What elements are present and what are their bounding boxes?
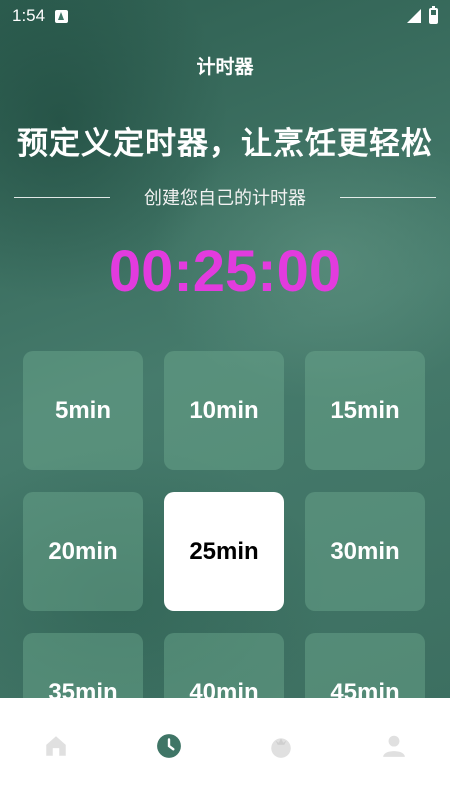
preset-35min-button[interactable]: 35min: [23, 633, 143, 701]
home-icon: [46, 736, 66, 756]
subtitle: 创建您自己的计时器: [144, 188, 306, 209]
preset-15min-button[interactable]: 15min: [305, 351, 425, 470]
nav-pomodoro[interactable]: [251, 731, 311, 761]
preset-10min-button[interactable]: 10min: [164, 351, 284, 470]
preset-40min-button[interactable]: 40min: [164, 633, 284, 701]
nav-profile[interactable]: [364, 731, 424, 761]
clock-icon: [156, 734, 181, 758]
status-bar: 1:54: [0, 0, 450, 32]
bottom-nav: [0, 698, 450, 803]
left-divider: [14, 196, 110, 198]
preset-25min-button[interactable]: 25min: [164, 492, 284, 611]
headline: 预定义定时器，让烹饪更轻松: [17, 126, 433, 162]
app-notification-icon: [55, 9, 69, 23]
nav-home[interactable]: [26, 731, 86, 761]
right-divider: [340, 196, 436, 198]
preset-5min-button[interactable]: 5min: [23, 351, 143, 470]
status-indicators: [407, 6, 438, 24]
battery-icon: [429, 6, 438, 24]
nav-timer[interactable]: [139, 731, 199, 761]
preset-20min-button[interactable]: 20min: [23, 492, 143, 611]
signal-icon: [407, 9, 421, 23]
status-time: 1:54: [12, 6, 46, 25]
preset-30min-button[interactable]: 30min: [305, 492, 425, 611]
preset-grid: 5min 10min 15min 20min 25min 30min 35min…: [23, 351, 427, 701]
page-title: 计时器: [196, 56, 254, 78]
timer-display: 00:25:00: [108, 239, 342, 304]
tomato-icon: [271, 738, 291, 758]
subtitle-row: 创建您自己的计时器: [14, 185, 436, 209]
preset-45min-button[interactable]: 45min: [305, 633, 425, 701]
user-icon: [382, 735, 405, 757]
